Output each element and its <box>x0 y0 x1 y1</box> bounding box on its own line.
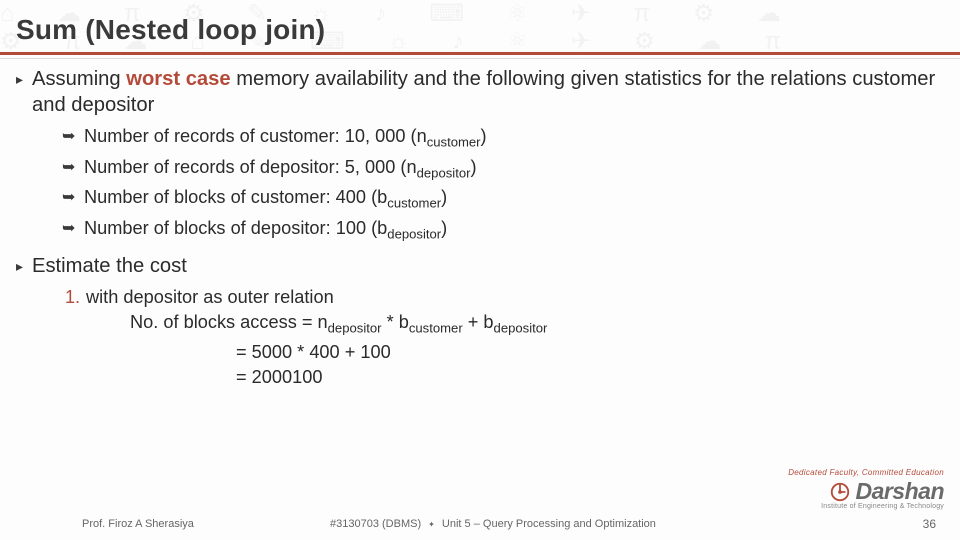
t: Number of records of depositor: 5, 000 (… <box>84 157 417 177</box>
bullet-estimate: ▸ Estimate the cost <box>16 253 944 279</box>
logo-mark-icon <box>829 481 851 503</box>
stats-sublist: ➥ Number of records of customer: 10, 000… <box>62 124 944 247</box>
bullet-assuming-text: Assuming worst case memory availability … <box>32 66 944 118</box>
logo-name: Darshan <box>855 478 944 505</box>
sub: customer <box>427 135 481 150</box>
title-underline <box>0 52 960 55</box>
stat-customer-records: ➥ Number of records of customer: 10, 000… <box>62 124 944 155</box>
ordered-text: with depositor as outer relation <box>86 285 334 310</box>
stat-depositor-records: ➥ Number of records of depositor: 5, 000… <box>62 155 944 186</box>
sub: depositor <box>494 320 548 335</box>
slide: ⌂ ☁ π ⚙ ✎ ☼ ♪ ⌨ ⚛ ✈ π ⚙ ☁ ⚙ π ☁ ⌂ ✎ ⌨ ☼ … <box>0 0 960 540</box>
sub: depositor <box>387 227 441 242</box>
t: Number of blocks of customer: 400 (b <box>84 187 387 207</box>
t: Number of records of customer: 10, 000 (… <box>84 126 427 146</box>
t: ) <box>470 157 476 177</box>
footer-course-unit: #3130703 (DBMS) ✦ Unit 5 – Query Process… <box>330 518 656 530</box>
ordered-list: 1. with depositor as outer relation No. … <box>60 285 944 391</box>
footer-professor: Prof. Firoz A Sherasiya <box>82 518 194 530</box>
title-wrap: Sum (Nested loop join) <box>16 14 325 46</box>
equation-formula: No. of blocks access = ndepositor * bcus… <box>130 310 944 341</box>
equation-result: = 2000100 <box>236 365 944 390</box>
stat-text: Number of blocks of depositor: 100 (bdep… <box>84 216 447 247</box>
sub: customer <box>387 196 441 211</box>
arrow-bullet-icon: ➥ <box>62 124 84 155</box>
arrow-bullet-icon: ➥ <box>62 216 84 247</box>
arrow-bullet-icon: ➥ <box>62 185 84 216</box>
logo-area: Dedicated Faculty, Committed Education D… <box>788 468 944 510</box>
triangle-bullet-icon: ▸ <box>16 253 32 279</box>
t: No. of blocks access = n <box>130 312 328 332</box>
stat-customer-blocks: ➥ Number of blocks of customer: 400 (bcu… <box>62 185 944 216</box>
footer-course: #3130703 (DBMS) <box>330 518 424 530</box>
bullet-assuming: ▸ Assuming worst case memory availabilit… <box>16 66 944 118</box>
logo-main: Darshan <box>788 478 944 505</box>
text-pre: Assuming <box>32 68 126 90</box>
arrow-bullet-icon: ➥ <box>62 155 84 186</box>
t: + b <box>463 312 494 332</box>
text-highlight: worst case <box>126 68 230 90</box>
footer: Prof. Firoz A Sherasiya #3130703 (DBMS) … <box>0 508 960 534</box>
t: ) <box>441 218 447 238</box>
sub: depositor <box>328 320 382 335</box>
bullet-estimate-text: Estimate the cost <box>32 253 187 279</box>
logo-tagline: Dedicated Faculty, Committed Education <box>788 468 944 477</box>
content-area: ▸ Assuming worst case memory availabilit… <box>16 66 944 390</box>
ordered-item-1: 1. with depositor as outer relation <box>60 285 944 310</box>
stat-depositor-blocks: ➥ Number of blocks of depositor: 100 (bd… <box>62 216 944 247</box>
diamond-icon: ✦ <box>428 520 435 529</box>
footer-unit: Unit 5 – Query Processing and Optimizati… <box>439 518 656 530</box>
t: * b <box>382 312 409 332</box>
t: ) <box>481 126 487 146</box>
sub: depositor <box>417 165 471 180</box>
stat-text: Number of records of depositor: 5, 000 (… <box>84 155 477 186</box>
sub: customer <box>409 320 463 335</box>
ordered-number: 1. <box>60 285 86 310</box>
t: Number of blocks of depositor: 100 (b <box>84 218 387 238</box>
slide-title: Sum (Nested loop join) <box>16 14 325 46</box>
footer-page-number: 36 <box>923 517 936 531</box>
equation-step2: = 5000 * 400 + 100 <box>236 340 944 365</box>
t: ) <box>441 187 447 207</box>
stat-text: Number of records of customer: 10, 000 (… <box>84 124 487 155</box>
triangle-bullet-icon: ▸ <box>16 66 32 118</box>
stat-text: Number of blocks of customer: 400 (bcust… <box>84 185 447 216</box>
